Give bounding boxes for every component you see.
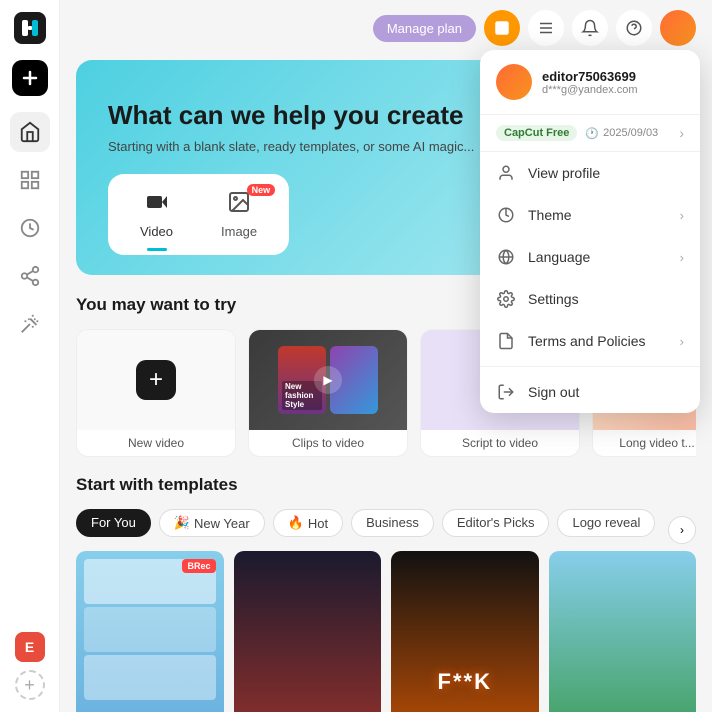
dropdown-avatar [496, 64, 532, 100]
sidebar: E + [0, 0, 60, 712]
avatar-button[interactable] [660, 10, 696, 46]
stack-button[interactable] [528, 10, 564, 46]
play-overlay: ▶ [314, 366, 342, 394]
orange-box-button[interactable] [484, 10, 520, 46]
templates-section: Start with templates For You 🎉New Year 🔥… [60, 475, 712, 712]
dropdown-username: editor75063699 [542, 69, 684, 84]
brec-badge: BRec [182, 559, 215, 573]
tab-video[interactable]: Video [116, 182, 197, 247]
dropdown-item-settings[interactable]: Settings [480, 278, 700, 320]
template-grid: BRec "She's just a friend" F**K [76, 551, 696, 712]
dropdown-user-info: editor75063699 d***g@yandex.com [542, 69, 684, 96]
add-workspace-button[interactable]: + [15, 670, 45, 700]
dropdown-item-signout[interactable]: Sign out [480, 371, 700, 413]
signout-icon [496, 382, 516, 402]
video-tab-icon [145, 190, 169, 220]
template-thumb-1[interactable]: BRec [76, 551, 224, 712]
tag-for-you[interactable]: For You [76, 509, 151, 537]
hero-tabs: Video New Image [108, 174, 289, 255]
terms-label: Terms and Policies [528, 333, 646, 349]
thumb-4-content: Filter HD CAMERA VIDEO [549, 551, 697, 712]
theme-chevron-icon: › [680, 208, 684, 223]
new-badge: New [247, 184, 276, 196]
sidebar-item-projects[interactable] [10, 160, 50, 200]
tag-logo-reveal[interactable]: Logo reveal [557, 509, 655, 537]
dropdown-plan-row[interactable]: CapCut Free 🕐 2025/09/03 › [480, 115, 700, 152]
template-tags-wrapper: For You 🎉New Year 🔥Hot Business Editor's… [76, 509, 696, 551]
image-tab-icon [227, 190, 251, 220]
dropdown-item-terms[interactable]: Terms and Policies › [480, 320, 700, 362]
templates-section-title: Start with templates [76, 475, 696, 495]
bell-button[interactable] [572, 10, 608, 46]
manage-plan-button[interactable]: Manage plan [373, 15, 476, 42]
fk-text: F**K [438, 669, 492, 695]
try-card-clips-visual: New fashion Style ▶ [249, 330, 407, 430]
add-workspace-icon: + [24, 675, 35, 696]
settings-label: Settings [528, 291, 579, 307]
tags-next-button[interactable]: › [668, 516, 696, 544]
top-header: Manage plan [60, 0, 712, 56]
try-card-longvideo-label: Long video t... [593, 430, 696, 456]
sidebar-item-home[interactable] [10, 112, 50, 152]
template-tags: For You 🎉New Year 🔥Hot Business Editor's… [76, 509, 660, 537]
try-card-script-label: Script to video [421, 430, 579, 456]
video-tab-label: Video [140, 224, 173, 239]
template-thumb-4[interactable]: Filter HD CAMERA VIDEO [549, 551, 697, 712]
workspace-button[interactable]: E [15, 632, 45, 662]
tag-hot[interactable]: 🔥Hot [273, 509, 343, 537]
sidebar-item-history[interactable] [10, 208, 50, 248]
reel-strip [84, 559, 216, 700]
plan-chevron-icon: › [679, 125, 684, 141]
tag-new-year[interactable]: 🎉New Year [159, 509, 265, 537]
try-card-clips[interactable]: New fashion Style ▶ Clips to video [248, 329, 408, 457]
dropdown-item-language[interactable]: Language › [480, 236, 700, 278]
try-card-new-video-label: New video [77, 430, 235, 456]
add-new-button[interactable] [12, 60, 48, 96]
app-logo [14, 12, 46, 44]
signout-label: Sign out [528, 384, 579, 400]
plan-date: 🕐 2025/09/03 [585, 127, 658, 140]
workspace-label: E [25, 639, 34, 655]
sidebar-item-share[interactable] [10, 256, 50, 296]
dropdown-header: editor75063699 d***g@yandex.com [480, 50, 700, 115]
person-icon [496, 163, 516, 183]
thumb-1-content: BRec [76, 551, 224, 712]
template-thumb-3[interactable]: F**K [391, 551, 539, 712]
document-icon [496, 331, 516, 351]
terms-chevron-icon: › [680, 334, 684, 349]
sidebar-item-magic[interactable] [10, 304, 50, 344]
clock-icon: 🕐 [585, 127, 599, 140]
dropdown-item-view-profile[interactable]: View profile [480, 152, 700, 194]
template-thumb-2[interactable]: "She's just a friend" [234, 551, 382, 712]
try-card-new-video-visual: + [77, 330, 235, 430]
dropdown-item-theme[interactable]: Theme › [480, 194, 700, 236]
language-chevron-icon: › [680, 250, 684, 265]
app-container: E + Manage plan [0, 0, 712, 712]
try-card-new-video[interactable]: + New video [76, 329, 236, 457]
dropdown-email: d***g@yandex.com [542, 84, 684, 96]
tag-editors-picks[interactable]: Editor's Picks [442, 509, 550, 537]
dropdown-divider [480, 366, 700, 367]
language-label: Language [528, 249, 590, 265]
thumb-3-content: F**K [391, 551, 539, 712]
thumb-2-content: "She's just a friend" [234, 551, 382, 712]
tag-business[interactable]: Business [351, 509, 434, 537]
theme-label: Theme [528, 207, 572, 223]
plus-icon: + [136, 360, 176, 400]
image-tab-label: Image [221, 224, 257, 239]
try-card-clips-label: Clips to video [249, 430, 407, 456]
settings-icon [496, 289, 516, 309]
theme-icon [496, 205, 516, 225]
language-icon [496, 247, 516, 267]
view-profile-label: View profile [528, 165, 600, 181]
tab-image[interactable]: New Image [197, 182, 281, 247]
dropdown-menu: editor75063699 d***g@yandex.com CapCut F… [480, 50, 700, 413]
plan-badge: CapCut Free [496, 125, 577, 141]
help-button[interactable] [616, 10, 652, 46]
